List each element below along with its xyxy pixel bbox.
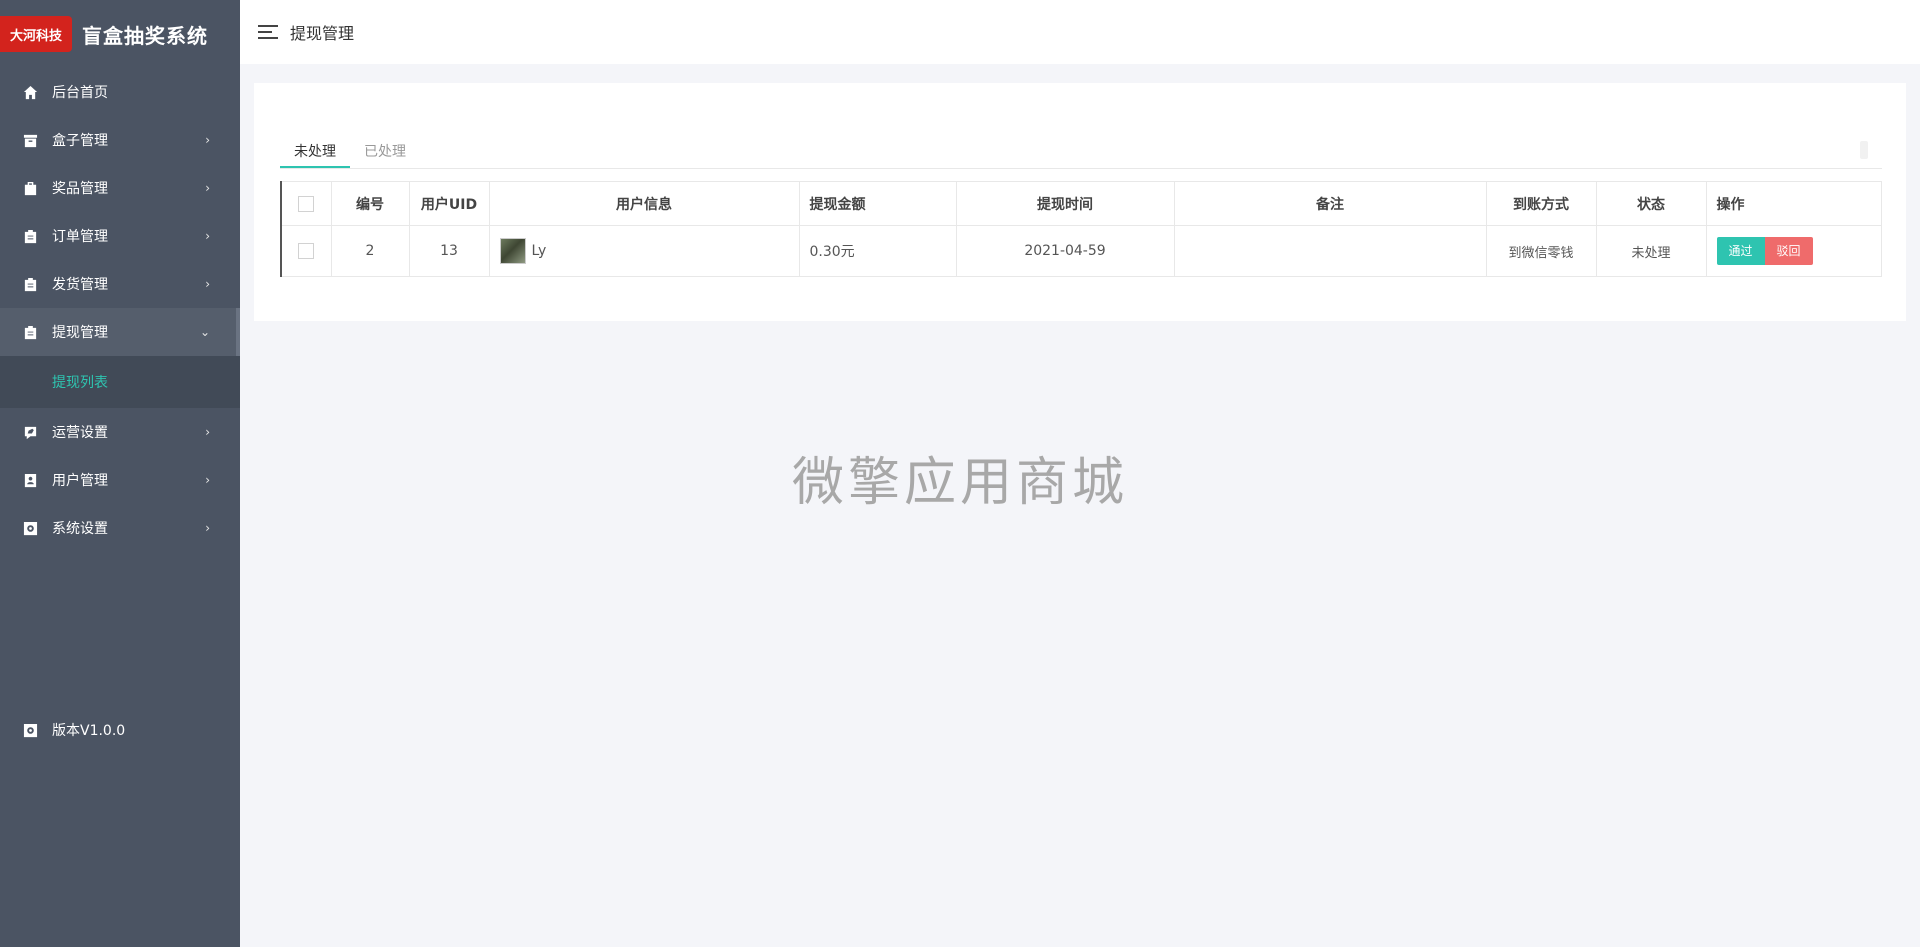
tab-processed[interactable]: 已处理: [350, 137, 420, 168]
column-header-method: 到账方式: [1485, 181, 1597, 226]
settings-edit-icon: [22, 424, 38, 440]
reject-button[interactable]: 驳回: [1764, 237, 1813, 265]
cell-id: 2: [330, 225, 410, 277]
sidebar-item-label: 订单管理: [52, 229, 108, 245]
version-text: 版本V1.0.0: [52, 723, 126, 739]
chevron-right-icon: ›: [205, 181, 210, 195]
sidebar-item-label: 发货管理: [52, 277, 108, 293]
column-header-amount: 提现金额: [798, 181, 957, 226]
sidebar-item-boxes[interactable]: 盒子管理 ›: [0, 116, 240, 164]
sidebar-item-label: 系统设置: [52, 521, 108, 537]
sidebar-item-label: 提现管理: [52, 325, 108, 341]
column-header-user: 用户信息: [488, 181, 800, 226]
chevron-right-icon: ›: [205, 473, 210, 487]
cell-time: 2021-04-59: [955, 225, 1175, 277]
column-header-id: 编号: [330, 181, 410, 226]
column-header-uid: 用户UID: [408, 181, 490, 226]
top-header: 提现管理: [240, 0, 1920, 64]
menu-toggle-icon[interactable]: [258, 25, 278, 39]
clipboard-icon: [22, 228, 38, 244]
cell-uid: 13: [408, 225, 490, 277]
sidebar-item-system-settings[interactable]: 系统设置 ›: [0, 504, 240, 552]
tab-scroll-handle[interactable]: [1860, 141, 1868, 159]
cell-method: 到微信零钱: [1485, 225, 1597, 277]
sidebar-item-withdrawals[interactable]: 提现管理 ⌄: [0, 308, 240, 356]
clipboard-icon: [22, 276, 38, 292]
avatar: [499, 238, 526, 264]
approve-button[interactable]: 通过: [1716, 237, 1765, 265]
watermark-text: 微擎应用商城: [792, 453, 1129, 513]
sidebar-item-shipping[interactable]: 发货管理 ›: [0, 260, 240, 308]
table-header-row: 编号 用户UID 用户信息 提现金额 提现时间 备注 到账方式 状态 操作: [280, 181, 1882, 226]
sidebar-item-label: 盒子管理: [52, 133, 108, 149]
sidebar-item-users[interactable]: 用户管理 ›: [0, 456, 240, 504]
sidebar-item-home[interactable]: 后台首页: [0, 68, 240, 116]
user-name: Ly: [531, 243, 547, 259]
sidebar-item-label: 用户管理: [52, 473, 108, 489]
sidebar-item-orders[interactable]: 订单管理 ›: [0, 212, 240, 260]
chevron-right-icon: ›: [205, 133, 210, 147]
cell-status: 未处理: [1595, 225, 1707, 277]
cell-remark: [1173, 225, 1487, 277]
sidebar-item-label: 奖品管理: [52, 181, 108, 197]
column-header-remark: 备注: [1173, 181, 1487, 226]
column-header-actions: 操作: [1705, 181, 1882, 226]
select-all-cell: [280, 181, 332, 226]
gear-icon: [22, 722, 38, 738]
select-all-checkbox[interactable]: [298, 195, 315, 212]
chevron-right-icon: ›: [205, 229, 210, 243]
home-icon: [22, 84, 38, 100]
chevron-right-icon: ›: [205, 521, 210, 535]
sidebar-item-label: 运营设置: [52, 425, 108, 441]
app-title: 盲盒抽奖系统: [82, 23, 208, 48]
chevron-right-icon: ›: [205, 425, 210, 439]
version-label: 版本V1.0.0: [0, 706, 240, 754]
status-tabs: 未处理 已处理: [280, 137, 1882, 169]
gear-icon: [22, 520, 38, 536]
brand: 大河科技 盲盒抽奖系统: [0, 0, 240, 68]
sidebar-subitem-withdrawal-list[interactable]: 提现列表: [0, 356, 240, 408]
row-checkbox[interactable]: [298, 243, 315, 259]
prize-icon: [22, 180, 38, 196]
user-card-icon: [22, 472, 38, 488]
column-header-time: 提现时间: [955, 181, 1175, 226]
withdrawal-table: 编号 用户UID 用户信息 提现金额 提现时间 备注 到账方式 状态 操作 2 …: [280, 181, 1882, 277]
cell-user: Ly: [488, 225, 800, 277]
chevron-down-icon: ⌄: [199, 325, 210, 339]
column-header-status: 状态: [1595, 181, 1707, 226]
box-icon: [22, 132, 38, 148]
content-card: 未处理 已处理 编号 用户UID 用户信息 提现金额 提现时间 备注 到账方式 …: [254, 83, 1906, 321]
chevron-right-icon: ›: [205, 277, 210, 291]
sidebar-item-label: 后台首页: [52, 85, 108, 101]
sidebar-item-operations[interactable]: 运营设置 ›: [0, 408, 240, 456]
row-select-cell: [280, 225, 332, 277]
cell-amount: 0.30元: [798, 225, 957, 277]
sidebar-menu: 后台首页 盒子管理 › 奖品管理 › 订单管理 › 发货管理 › 提现管理 ⌄: [0, 68, 240, 552]
page-title: 提现管理: [290, 24, 355, 43]
tab-unprocessed[interactable]: 未处理: [280, 137, 350, 168]
table-row: 2 13 Ly 0.30元 2021-04-59 到微信零钱 未处理 通过 驳回: [280, 225, 1882, 277]
clipboard-icon: [22, 324, 38, 340]
brand-logo: 大河科技: [0, 16, 72, 52]
cell-actions: 通过 驳回: [1705, 225, 1882, 277]
sidebar-item-prizes[interactable]: 奖品管理 ›: [0, 164, 240, 212]
sidebar: 大河科技 盲盒抽奖系统 后台首页 盒子管理 › 奖品管理 › 订单管理 › 发货…: [0, 0, 240, 947]
